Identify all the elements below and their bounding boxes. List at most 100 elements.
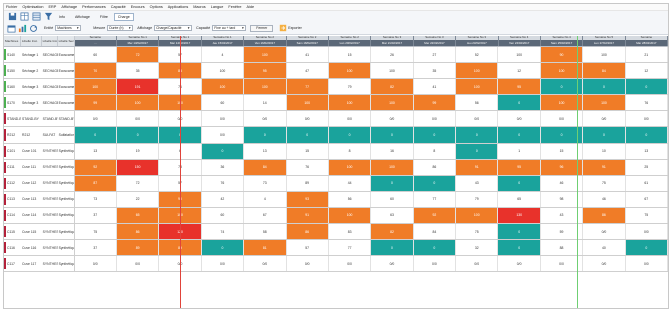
load-cell[interactable]: 0/0 bbox=[328, 256, 372, 272]
load-cell[interactable]: 0/0 bbox=[625, 111, 668, 127]
load-cell[interactable]: 86 bbox=[116, 224, 160, 240]
menu-item-5[interactable]: Capacité bbox=[111, 5, 126, 9]
load-cell[interactable]: 0 bbox=[413, 175, 457, 191]
menu-item-7[interactable]: Options bbox=[150, 5, 163, 9]
load-cell[interactable]: 56 bbox=[456, 95, 499, 111]
load-cell[interactable]: 79 bbox=[328, 79, 372, 95]
load-cell[interactable]: 0 bbox=[244, 127, 287, 143]
load-cell[interactable]: 87 bbox=[74, 175, 117, 191]
load-cell[interactable]: 0/0 bbox=[201, 256, 245, 272]
load-cell[interactable]: 21 bbox=[625, 47, 668, 63]
column-header-machines[interactable]: Machines bbox=[4, 36, 21, 46]
tab-charge[interactable]: Charge bbox=[113, 12, 134, 21]
load-cell[interactable]: 0 bbox=[583, 79, 626, 95]
table-row[interactable]: R212R212SULFATSulfatation0000/0000000000… bbox=[4, 127, 668, 144]
menu-item-10[interactable]: Langue bbox=[211, 5, 224, 9]
load-cell[interactable]: 0 bbox=[413, 240, 457, 256]
load-cell[interactable]: 74 bbox=[201, 224, 245, 240]
load-cell[interactable]: 100 bbox=[456, 63, 499, 79]
load-cell[interactable]: 81 bbox=[244, 240, 287, 256]
load-cell[interactable]: 61 bbox=[625, 175, 668, 191]
load-cell[interactable]: 100 bbox=[201, 63, 245, 79]
column-header-date[interactable]: Semaine No 5 Lun 27/02/2017 bbox=[583, 36, 626, 46]
load-cell[interactable]: 0 bbox=[413, 127, 457, 143]
load-cell[interactable]: 100 bbox=[286, 95, 329, 111]
load-cell[interactable]: 0/0 bbox=[244, 111, 287, 127]
load-cell[interactable]: 77 bbox=[413, 191, 457, 207]
tab-info[interactable]: Info bbox=[55, 13, 69, 21]
affichage-select[interactable]: Charge/Capacité ▼ bbox=[154, 25, 193, 31]
load-cell[interactable]: 37 bbox=[74, 240, 117, 256]
load-cell[interactable]: 8 bbox=[413, 143, 457, 159]
load-cell[interactable]: 100 bbox=[371, 95, 414, 111]
load-cell[interactable]: 0 bbox=[371, 127, 414, 143]
grid-view-icon[interactable] bbox=[19, 12, 29, 21]
load-cell[interactable]: 0 bbox=[328, 127, 372, 143]
load-cell[interactable]: 46 bbox=[583, 191, 626, 207]
load-cell[interactable]: 95 bbox=[498, 79, 541, 95]
load-cell[interactable]: 60 bbox=[201, 207, 245, 224]
load-cell[interactable]: 0/0 bbox=[116, 111, 160, 127]
load-cell[interactable]: 100 bbox=[244, 47, 287, 63]
load-cell[interactable]: 1 bbox=[498, 143, 541, 159]
load-cell[interactable]: 47 bbox=[286, 63, 329, 79]
load-cell[interactable]: 100 bbox=[244, 79, 287, 95]
load-cell[interactable]: 52 bbox=[456, 47, 499, 63]
load-cell[interactable]: 67 bbox=[625, 191, 668, 207]
load-cell[interactable]: 12 bbox=[498, 63, 541, 79]
column-header-date[interactable]: Semaine No 2 Lun 20/02/2017 bbox=[328, 36, 372, 46]
load-cell[interactable]: 84 bbox=[244, 159, 287, 175]
load-cell[interactable]: 40 bbox=[583, 240, 626, 256]
load-cell[interactable]: 84 bbox=[583, 63, 626, 79]
load-cell[interactable]: 0 bbox=[371, 175, 414, 191]
load-cell[interactable]: 100 bbox=[583, 95, 626, 111]
column-header-libelle-sect[interactable]: Libellé Sect. bbox=[57, 36, 75, 46]
load-cell[interactable]: 65 bbox=[116, 207, 160, 224]
load-cell[interactable]: 89 bbox=[116, 240, 160, 256]
column-header-libelle-inst[interactable]: Libellé Inst. bbox=[20, 36, 42, 46]
capacite-select[interactable]: Fine au + tard ▼ bbox=[212, 25, 247, 31]
load-cell[interactable]: 0/0 bbox=[456, 111, 499, 127]
load-cell[interactable]: 95 bbox=[244, 63, 287, 79]
table-row[interactable]: C115Cuve 115SYNTHESESynthétique758612074… bbox=[4, 224, 668, 241]
tab-filtre[interactable]: Filtre bbox=[96, 13, 112, 21]
table-row[interactable]: C114 Cuve 114 SYNTHESESynthétique3765 100 60… bbox=[4, 207, 668, 225]
load-cell[interactable]: 100 bbox=[328, 159, 372, 175]
load-cell[interactable]: 0/0 bbox=[498, 256, 541, 272]
load-cell[interactable]: 0 bbox=[498, 95, 541, 111]
load-cell[interactable]: 86 bbox=[286, 224, 329, 240]
load-cell[interactable]: 73 bbox=[74, 191, 117, 207]
load-cell[interactable]: 100 bbox=[371, 63, 414, 79]
load-cell[interactable]: 93 bbox=[286, 191, 329, 207]
load-cell[interactable]: 191 bbox=[116, 79, 160, 95]
load-cell[interactable]: 63 bbox=[371, 207, 414, 224]
load-cell[interactable]: 0/0 bbox=[201, 127, 245, 143]
load-cell[interactable]: 84 bbox=[413, 224, 457, 240]
load-cell[interactable]: 41 bbox=[413, 79, 457, 95]
table-row[interactable]: S170Séchage 3SECHAGEEcoscamer99100100601… bbox=[4, 95, 668, 112]
load-cell[interactable]: 13 bbox=[74, 143, 117, 159]
menu-item-12[interactable]: Aide bbox=[246, 5, 254, 9]
load-cell[interactable]: 0 bbox=[286, 127, 329, 143]
load-cell[interactable]: 76 bbox=[201, 175, 245, 191]
table-row[interactable]: C101Cuve 101SYNTHESESynthétique131960131… bbox=[4, 143, 668, 160]
load-cell[interactable]: 60 bbox=[201, 95, 245, 111]
load-cell[interactable]: 10 bbox=[583, 143, 626, 159]
column-header-date[interactable]: Semaine No 1 Jeu 15/02/2017 bbox=[201, 36, 245, 46]
load-cell[interactable]: 0 bbox=[498, 175, 541, 191]
load-cell[interactable]: 70 bbox=[74, 63, 117, 79]
load-cell[interactable]: 73 bbox=[244, 175, 287, 191]
load-cell[interactable]: 0 bbox=[498, 240, 541, 256]
load-cell[interactable]: 0/0 bbox=[583, 111, 626, 127]
load-cell[interactable]: 100 bbox=[74, 79, 117, 95]
column-header-libelle-inst-2[interactable]: Libellé Inst. bbox=[41, 36, 58, 46]
menu-item-0[interactable]: Fichier bbox=[6, 5, 17, 9]
load-cell[interactable]: 82 bbox=[371, 224, 414, 240]
menu-item-1[interactable]: Optimisation bbox=[22, 5, 43, 9]
load-cell[interactable]: 0 bbox=[371, 240, 414, 256]
load-cell[interactable]: 42 bbox=[201, 191, 245, 207]
load-cell[interactable]: 100 bbox=[371, 159, 414, 175]
load-cell[interactable]: 4 bbox=[201, 47, 245, 63]
load-cell[interactable]: 100 bbox=[456, 207, 499, 224]
load-cell[interactable]: 27 bbox=[413, 47, 457, 63]
